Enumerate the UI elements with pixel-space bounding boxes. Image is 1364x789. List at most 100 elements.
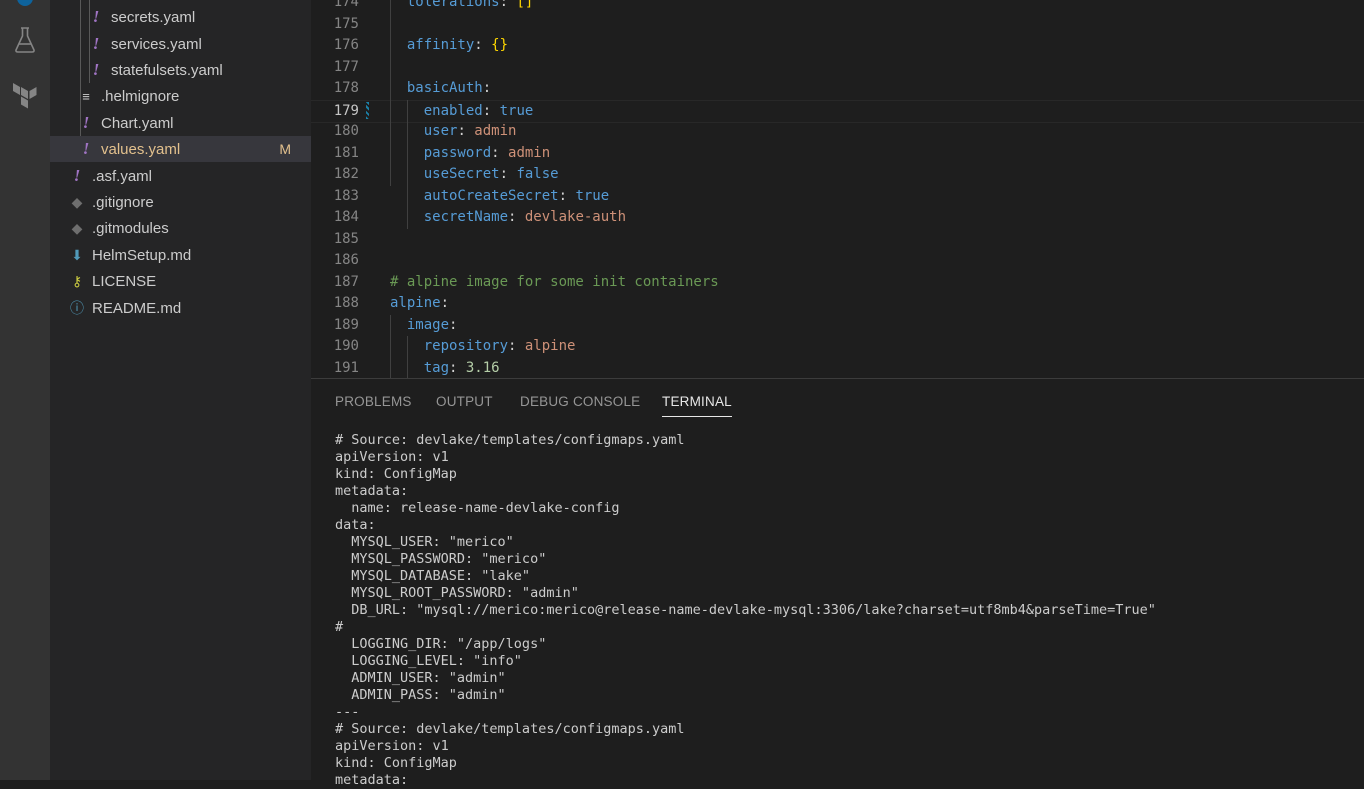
code-line[interactable]: 175 [311,14,1364,36]
tab-debug-console[interactable]: DEBUG CONSOLE [520,394,640,409]
code-editor[interactable]: 174 tolerations: [] 175 176 affinity: {} 17… [311,0,1364,378]
code-text: autoCreateSecret: true [423,187,610,204]
terminal-line: MYSQL_PASSWORD: "merico" [335,551,547,567]
code-line[interactable]: 174 tolerations: [] [311,0,1364,14]
code-text: enabled: true [423,102,534,119]
active-tab-indicator [662,416,732,417]
terminal-line: LOGGING_LEVEL: "info" [335,653,522,669]
line-number: 191 [333,359,359,376]
terminal-line: # Source: devlake/templates/configmaps.y… [335,432,685,448]
tab-problems[interactable]: PROBLEMS [335,394,412,409]
code-text: basicAuth: [406,80,492,96]
explorer-file-item[interactable]: ◆ .gitmodules [50,215,311,241]
code-line[interactable]: 186 [311,250,1364,272]
code-line[interactable]: 184 secretName: devlake-auth [311,207,1364,229]
code-line[interactable]: 191 tag: 3.16 [311,358,1364,379]
line-number: 177 [333,58,359,75]
explorer-file-item[interactable]: ! values.yaml M [50,136,311,162]
code-text: affinity: {} [406,37,509,53]
lines-icon: ≡ [82,88,90,104]
file-name: .gitmodules [92,219,169,237]
line-number: 178 [333,80,359,96]
indent-guide [390,314,391,378]
code-line[interactable]: 182 useSecret: false [311,164,1364,186]
info-icon: ⓘ [70,300,84,316]
terminal-line: # Source: devlake/templates/configmaps.y… [335,721,685,737]
indent-guide [407,99,408,229]
terraform-icon[interactable] [0,78,50,118]
line-number: 175 [333,15,359,32]
code-line[interactable]: 188 alpine: [311,293,1364,315]
explorer-file-item[interactable]: ⚷ LICENSE [50,268,311,294]
terminal-line: --- [335,704,360,720]
file-name: HelmSetup.md [92,246,192,264]
git-icon: ◆ [71,219,83,236]
code-line[interactable]: 177 [311,57,1364,79]
terminal-line: # [335,619,344,635]
explorer-file-item[interactable]: ! statefulsets.yaml [50,57,311,83]
yaml-icon: ! [92,7,100,26]
line-number: 180 [333,123,359,139]
activity-bar [0,0,50,780]
code-text: image: [406,316,458,333]
explorer-file-item[interactable]: ! .asf.yaml [50,163,311,189]
license-icon: ⚷ [71,272,83,289]
code-text: # alpine image for some init containers [390,273,719,290]
yaml-icon: ! [92,34,100,53]
line-number: 182 [333,166,359,182]
code-text: alpine: [390,295,450,311]
explorer-file-item[interactable]: ≡ .helmignore [50,83,311,109]
bottom-panel: PROBLEMS OUTPUT DEBUG CONSOLE TERMINAL # So… [311,378,1364,788]
line-number: 189 [333,316,359,333]
git-modified-badge: M [279,141,291,157]
accounts-badge-icon[interactable] [0,0,50,18]
terminal-line: metadata: [335,483,409,499]
explorer-file-item[interactable]: ⓘ README.md [50,295,311,321]
code-line[interactable]: 180 user: admin [311,121,1364,143]
code-text: password: admin [423,144,551,161]
explorer-file-item[interactable]: ⬇ HelmSetup.md [50,242,311,268]
terminal-line: ADMIN_USER: "admin" [335,670,506,686]
terminal-line: name: release-name-devlake-config [335,500,620,516]
line-number: 184 [333,209,359,225]
code-text: user: admin [423,123,517,139]
line-number: 176 [333,37,359,53]
file-name: README.md [92,299,182,317]
explorer-file-item[interactable]: ◆ .gitignore [50,189,311,215]
line-number: 186 [333,252,359,268]
line-number: 174 [333,0,359,10]
code-line[interactable]: 181 password: admin [311,143,1364,165]
tab-output[interactable]: OUTPUT [436,394,493,409]
code-line[interactable]: 185 [311,229,1364,251]
code-line[interactable]: 176 affinity: {} [311,35,1364,57]
file-name: services.yaml [111,35,202,53]
terminal-line: data: [335,517,376,533]
line-number: 188 [333,295,359,311]
yaml-icon: ! [82,139,90,158]
modified-line-gutter-marker[interactable] [366,101,369,119]
file-name: .gitignore [92,193,154,211]
line-number: 179 [333,102,359,119]
code-text: secretName: devlake-auth [423,209,627,225]
code-line[interactable]: 189 image: [311,315,1364,337]
explorer-file-item[interactable]: ! services.yaml [50,31,311,57]
code-line[interactable]: 183 autoCreateSecret: true [311,186,1364,208]
explorer-file-item[interactable]: ! secrets.yaml [50,4,311,30]
code-line[interactable]: 178 basicAuth: [311,78,1364,100]
line-number: 187 [333,273,359,290]
flask-icon[interactable] [0,20,50,60]
code-line[interactable]: 190 repository: alpine [311,336,1364,358]
terminal-line: MYSQL_DATABASE: "lake" [335,568,531,584]
terminal-line: MYSQL_USER: "merico" [335,534,514,550]
yaml-icon: ! [82,113,90,132]
code-line[interactable]: 187 # alpine image for some init containe… [311,272,1364,294]
line-number: 181 [333,144,359,161]
code-text: repository: alpine [423,338,576,354]
code-line[interactable]: 179 enabled: true [311,99,1364,123]
terminal-output[interactable]: # Source: devlake/templates/configmaps.y… [335,432,1156,789]
terminal-line: kind: ConfigMap [335,755,457,771]
file-name: .helmignore [101,87,180,105]
tab-terminal[interactable]: TERMINAL [662,394,732,409]
explorer-file-item[interactable]: ! Chart.yaml [50,110,311,136]
code-text: useSecret: false [423,166,559,182]
